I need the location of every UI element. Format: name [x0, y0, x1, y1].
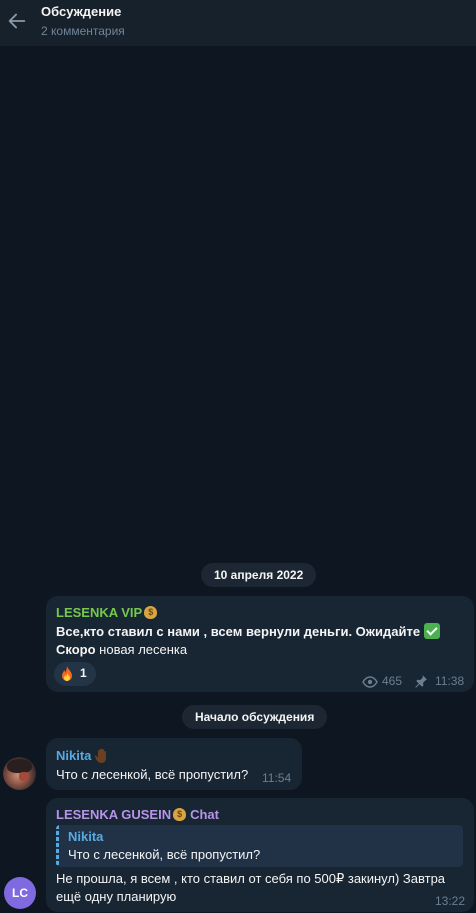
- comment-bubble-admin[interactable]: LESENKA GUSEIN Chat Nikita Что с лесенкой…: [46, 798, 474, 912]
- post-text-line1: Все,кто ставил с нами , всем вернули ден…: [56, 623, 441, 641]
- avatar[interactable]: LC: [4, 877, 36, 909]
- comment-time: 11:54: [262, 771, 292, 785]
- eye-icon: [362, 676, 378, 688]
- comment-text: Что с лесенкой, всё пропустил?: [56, 767, 249, 782]
- reply-quote[interactable]: Nikita Что с лесенкой, всё пропустил?: [56, 825, 463, 867]
- post-line2-bold: Скоро: [56, 642, 96, 657]
- post-sender[interactable]: LESENKA VIP: [56, 605, 158, 620]
- post-time: 11:38: [435, 674, 465, 688]
- reply-text: Что с лесенкой, всё пропустил?: [68, 847, 261, 862]
- post-line2-rest: новая лесенка: [95, 642, 188, 657]
- fire-icon: [62, 666, 72, 681]
- sender-tag: Chat: [190, 807, 219, 822]
- discussion-start-label: Начало обсуждения: [182, 705, 328, 729]
- page-title: Обсуждение: [41, 4, 122, 19]
- waving-hand-icon: [95, 748, 107, 763]
- comment-text-line1: Не прошла, я всем , кто ставил от себя п…: [56, 871, 446, 886]
- chat-header: Обсуждение 2 комментария: [0, 0, 476, 46]
- comment-count: 2 комментария: [41, 24, 125, 38]
- comment-sender-name: Nikita: [56, 748, 92, 763]
- avatar-hair: [7, 759, 32, 773]
- avatar-detail: [19, 772, 29, 781]
- comment-sender[interactable]: LESENKA GUSEIN Chat: [56, 807, 219, 822]
- reply-author: Nikita: [68, 829, 104, 844]
- avatar[interactable]: [3, 757, 36, 790]
- view-count: 465: [382, 674, 403, 688]
- channel-post-bubble[interactable]: LESENKA VIP Все,кто ставил с нами , всем…: [46, 596, 474, 692]
- arrow-left-icon[interactable]: [6, 10, 28, 32]
- comment-sender[interactable]: Nikita: [56, 747, 110, 763]
- money-bag-icon: [173, 808, 187, 821]
- fire-reaction[interactable]: 1: [54, 662, 96, 686]
- comment-time: 13:22: [435, 894, 466, 908]
- comment-text-line2: ещё одну планирую: [56, 889, 177, 904]
- post-sender-name: LESENKA VIP: [56, 605, 143, 620]
- comment-sender-name: LESENKA GUSEIN: [56, 807, 172, 822]
- comment-bubble-nikita[interactable]: Nikita Что с лесенкой, всё пропустил? 11…: [46, 738, 302, 790]
- post-line1-text: Все,кто ставил с нами , всем вернули ден…: [56, 624, 421, 639]
- pin-icon: [415, 675, 427, 688]
- money-bag-icon: [144, 606, 158, 619]
- reaction-count: 1: [80, 666, 87, 680]
- check-mark-icon: [424, 623, 441, 639]
- post-text-line2: Скоро новая лесенка: [56, 641, 187, 659]
- date-separator: 10 апреля 2022: [201, 563, 317, 587]
- reply-bar: [56, 825, 59, 867]
